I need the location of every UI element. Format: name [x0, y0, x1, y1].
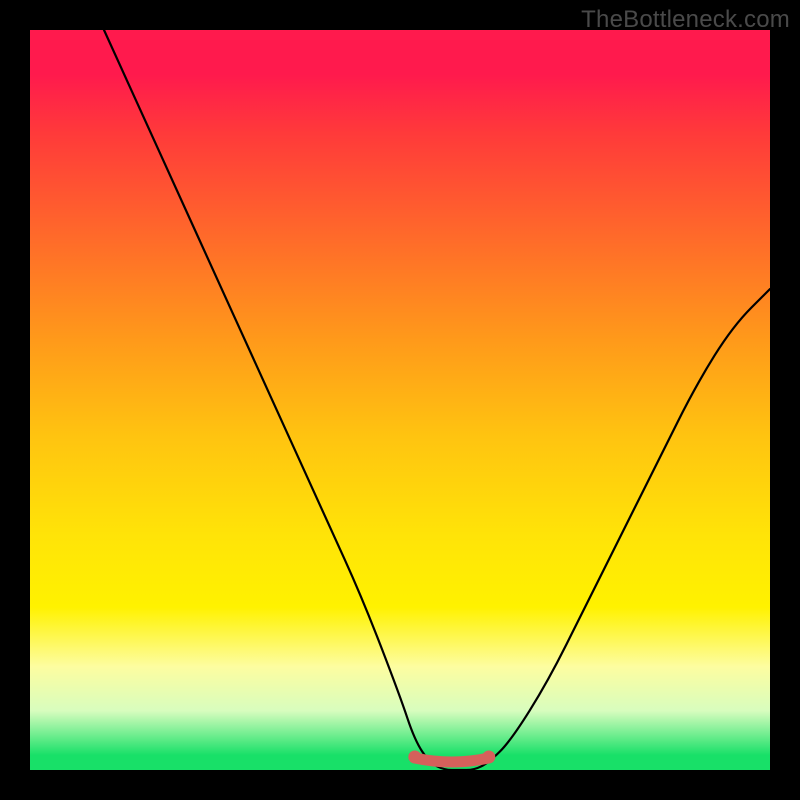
- curve-svg: [30, 30, 770, 770]
- flat-region-start-dot: [408, 751, 421, 764]
- plot-area: [30, 30, 770, 770]
- chart-frame: TheBottleneck.com: [0, 0, 800, 800]
- bottleneck-curve-path: [104, 30, 770, 770]
- flat-region-highlight: [415, 758, 489, 762]
- flat-region-end-dot: [482, 751, 495, 764]
